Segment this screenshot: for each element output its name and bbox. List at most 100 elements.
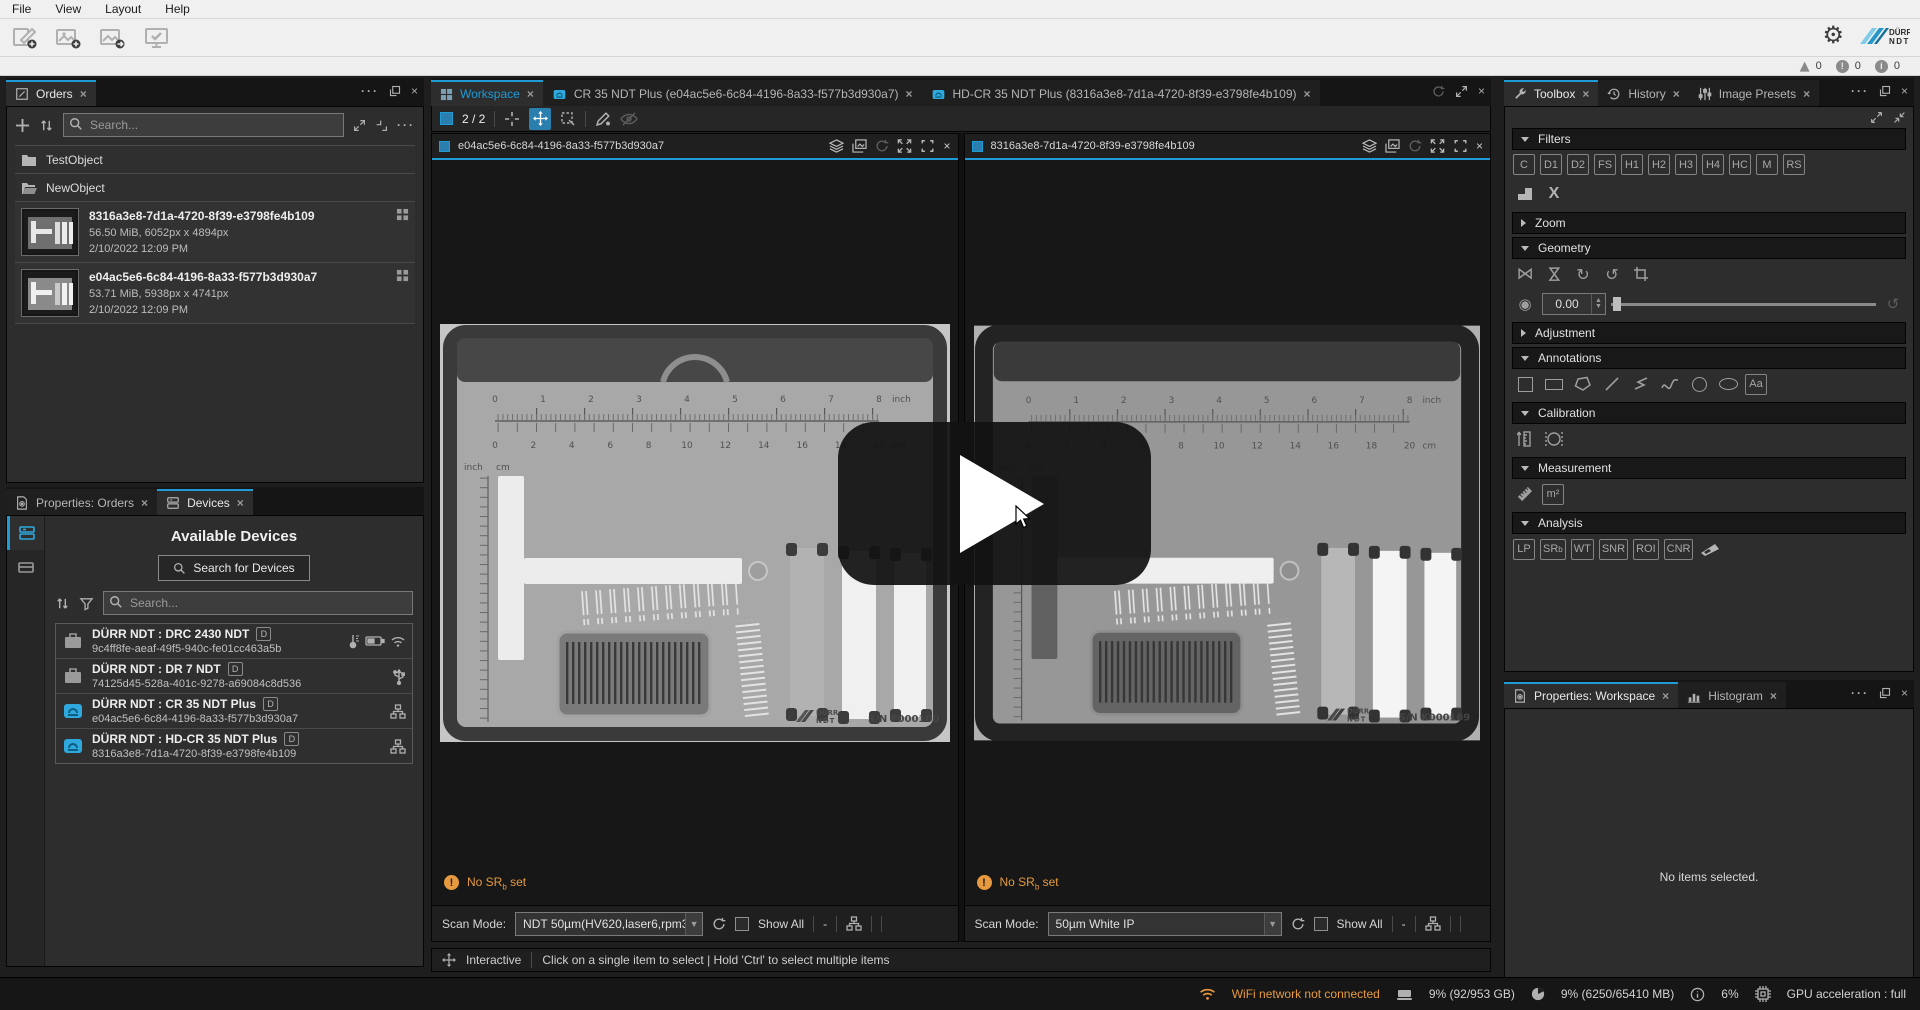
grid-view-icon[interactable]	[396, 269, 409, 282]
close-icon[interactable]: ×	[1673, 87, 1680, 101]
analysis-lp-button[interactable]: LP	[1513, 539, 1535, 560]
import-image-icon[interactable]	[54, 25, 84, 51]
filter-button[interactable]: RS	[1783, 154, 1805, 175]
overflow-menu-icon[interactable]: ···	[1851, 84, 1869, 98]
section-analysis[interactable]: Analysis	[1512, 512, 1906, 534]
overflow-menu-icon[interactable]: ···	[1851, 686, 1869, 700]
hide-annotations-icon[interactable]	[620, 112, 638, 126]
layers-icon[interactable]	[1362, 139, 1377, 153]
refresh-icon[interactable]	[1432, 85, 1445, 98]
devices-search-input[interactable]	[103, 591, 413, 615]
filter-button[interactable]: H1	[1621, 154, 1643, 175]
close-icon[interactable]: ×	[141, 496, 148, 510]
section-geometry[interactable]: Geometry	[1512, 237, 1906, 259]
ellipse-annotation-icon[interactable]	[1716, 373, 1740, 395]
square-annotation-icon[interactable]	[1513, 373, 1537, 395]
close-icon[interactable]: ×	[1901, 84, 1908, 98]
close-icon[interactable]: ×	[1901, 686, 1908, 700]
close-icon[interactable]: ×	[1662, 689, 1669, 703]
calibrate-length-icon[interactable]	[1513, 428, 1537, 450]
rectangle-annotation-icon[interactable]	[1542, 373, 1566, 395]
slider-handle[interactable]	[1613, 297, 1621, 311]
popout-icon[interactable]	[1879, 85, 1891, 97]
angle-spinbox[interactable]: 0.00 ▲▼	[1542, 293, 1606, 315]
menu-view[interactable]: View	[43, 0, 93, 19]
text-annotation-button[interactable]: Aa	[1745, 374, 1767, 395]
reset-view-icon[interactable]	[875, 139, 889, 153]
search-for-devices-button[interactable]: Search for Devices	[158, 555, 310, 581]
error-circle-icon[interactable]: !	[1836, 60, 1849, 73]
annotate-pen-icon[interactable]	[595, 111, 611, 127]
menu-file[interactable]: File	[0, 0, 43, 19]
filter-button[interactable]: FS	[1594, 154, 1616, 175]
measure-length-icon[interactable]	[1513, 483, 1537, 505]
close-icon[interactable]: ×	[1582, 87, 1589, 101]
analysis-cnr-button[interactable]: CNR	[1664, 539, 1694, 560]
crop-icon[interactable]	[1629, 263, 1653, 285]
orders-search-input[interactable]	[63, 113, 344, 137]
crosshair-icon[interactable]	[504, 111, 520, 127]
polyline-annotation-icon[interactable]	[1629, 373, 1653, 395]
disk-usage[interactable]: 9% (92/953 GB)	[1429, 987, 1515, 1001]
refresh-scan-modes-icon[interactable]	[712, 917, 726, 931]
remove-filter-icon[interactable]: X	[1542, 183, 1566, 205]
fit-screen-icon[interactable]	[1430, 139, 1445, 153]
analysis-srb-button[interactable]: SRb	[1540, 539, 1566, 560]
cpu-usage[interactable]: 6%	[1721, 987, 1738, 1001]
reset-angle-icon[interactable]: ↺	[1881, 293, 1905, 315]
line-annotation-icon[interactable]	[1600, 373, 1624, 395]
close-icon[interactable]: ×	[1478, 84, 1485, 98]
close-icon[interactable]: ×	[943, 139, 950, 153]
sort-icon[interactable]	[39, 118, 54, 133]
monitor-check-icon[interactable]	[142, 25, 172, 51]
rotate-cw-icon[interactable]: ↻	[1571, 263, 1595, 285]
close-icon[interactable]: ×	[527, 87, 534, 101]
pan-move-icon[interactable]	[529, 108, 551, 130]
gpu-status[interactable]: GPU acceleration : full	[1787, 987, 1906, 1001]
section-zoom[interactable]: Zoom	[1512, 212, 1906, 234]
filter-button[interactable]: C	[1513, 154, 1535, 175]
calibrate-roundness-icon[interactable]	[1542, 428, 1566, 450]
section-filters[interactable]: Filters	[1512, 128, 1906, 150]
image-frames-icon[interactable]	[1385, 139, 1400, 153]
close-icon[interactable]: ×	[1304, 87, 1311, 101]
curve-annotation-icon[interactable]	[1658, 373, 1682, 395]
analysis-roi-button[interactable]: ROI	[1633, 539, 1659, 560]
collapse-panel-icon[interactable]	[375, 119, 388, 132]
device-row[interactable]: DÜRR NDT : DRC 2430 NDTD 9c4ff8fe-aeaf-4…	[56, 624, 412, 659]
filter-button[interactable]: H2	[1648, 154, 1670, 175]
popout-icon[interactable]	[389, 85, 401, 97]
collapse-all-icon[interactable]	[1893, 109, 1906, 125]
device-row[interactable]: DÜRR NDT : CR 35 NDT PlusD e04ac5e6-6c84…	[56, 694, 412, 729]
folder-row-newobject[interactable]: NewObject	[15, 174, 415, 202]
layers-icon[interactable]	[829, 139, 844, 153]
close-icon[interactable]: ×	[237, 496, 244, 510]
measure-area-button[interactable]: m²	[1542, 484, 1564, 505]
folder-row-testobject[interactable]: TestObject	[15, 146, 415, 174]
menu-help[interactable]: Help	[153, 0, 202, 19]
info-circle-icon[interactable]: i	[1875, 60, 1888, 73]
overflow-menu-icon[interactable]: ···	[361, 84, 379, 98]
fullscreen-icon[interactable]	[920, 139, 935, 153]
device-row[interactable]: DÜRR NDT : DR 7 NDTD 74125d45-528a-401c-…	[56, 659, 412, 694]
video-play-overlay[interactable]	[838, 422, 1151, 585]
tab-cr35[interactable]: CR 35 NDT Plus (e04ac5e6-6c84-4196-8a33-…	[543, 80, 922, 106]
menu-layout[interactable]: Layout	[93, 0, 153, 19]
step-wedge-icon[interactable]	[1698, 538, 1722, 560]
analysis-snr-button[interactable]: SNR	[1599, 539, 1628, 560]
order-item[interactable]: 8316a3e8-7d1a-4720-8f39-e3798fe4b109 56.…	[15, 202, 415, 263]
scan-mode-select[interactable]: NDT 50µm(HV620,laser6,rpm3000)▼	[515, 912, 703, 936]
export-image-icon[interactable]	[98, 25, 128, 51]
show-all-checkbox[interactable]	[735, 917, 749, 931]
rail-cassette-icon[interactable]	[7, 550, 44, 584]
close-icon[interactable]: ×	[905, 87, 912, 101]
expand-panel-icon[interactable]	[353, 119, 366, 132]
polygon-annotation-icon[interactable]	[1571, 373, 1595, 395]
fullscreen-icon[interactable]	[1453, 139, 1468, 153]
overflow-menu-icon[interactable]: ···	[397, 118, 415, 132]
angle-slider[interactable]	[1611, 293, 1876, 315]
close-icon[interactable]: ×	[80, 87, 87, 101]
filter-button[interactable]: D2	[1567, 154, 1589, 175]
tab-orders[interactable]: Orders ×	[6, 80, 96, 106]
show-all-checkbox[interactable]	[1314, 917, 1328, 931]
